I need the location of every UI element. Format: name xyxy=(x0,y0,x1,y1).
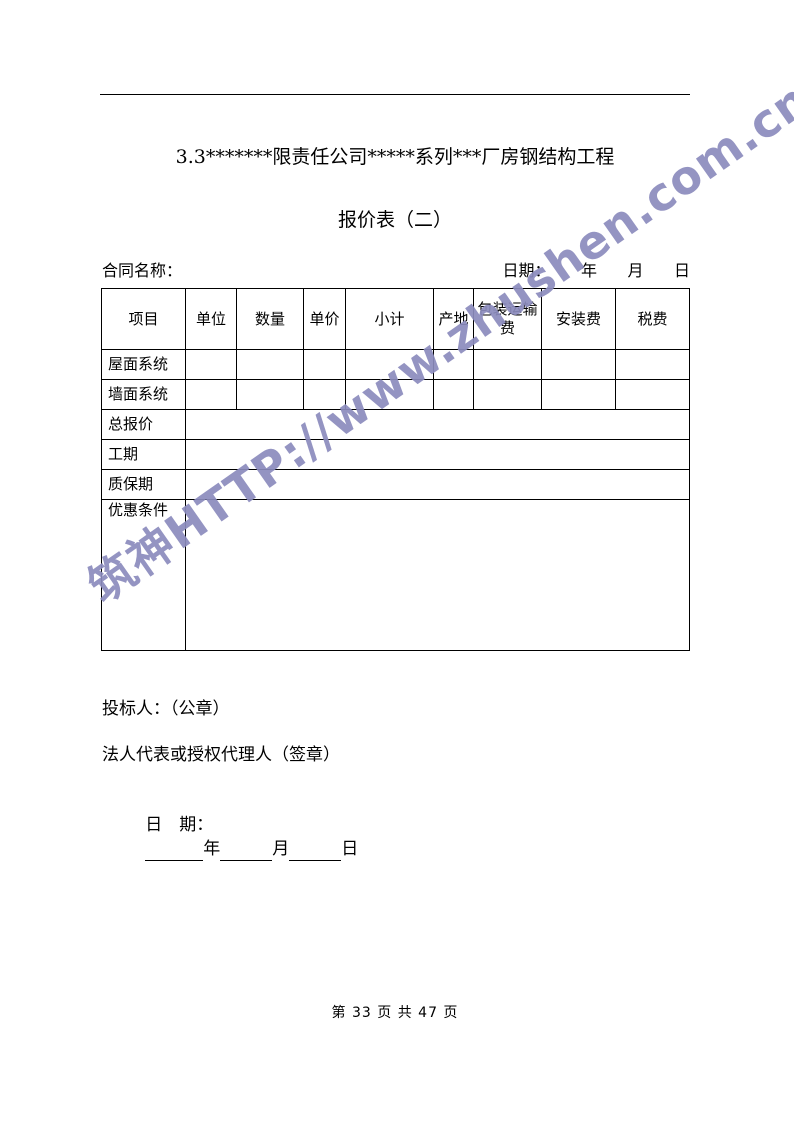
cell-roof-packing-freight[interactable] xyxy=(473,349,542,380)
cell-preferential-terms-value[interactable] xyxy=(185,499,690,651)
cell-duration-value[interactable] xyxy=(185,439,690,470)
month-blank[interactable] xyxy=(220,843,273,861)
bidder-line: 投标人：（公章） xyxy=(102,699,230,719)
cell-total-quote-value[interactable] xyxy=(185,409,690,440)
signature-date-label: 日 期： xyxy=(145,815,214,835)
contract-name-label: 合同名称： xyxy=(102,261,183,280)
cell-roof-tax-fee[interactable] xyxy=(615,349,690,380)
signature-date-line: 日 期： 年 月 日 xyxy=(102,789,690,885)
column-header-packing-freight: 包装运输费 xyxy=(473,288,542,350)
cell-wall-quantity[interactable] xyxy=(236,379,304,410)
row-label-total-quote: 总报价 xyxy=(101,409,186,440)
day-blank[interactable] xyxy=(289,843,342,861)
cell-roof-unit[interactable] xyxy=(185,349,237,380)
cell-wall-packing-freight[interactable] xyxy=(473,379,542,410)
signature-block: 投标人：（公章） 法人代表或授权代理人（签章） 日 期： 年 月 日 xyxy=(102,697,690,885)
page-title: 3.3*******限责任公司*****系列***厂房钢结构工程 xyxy=(175,146,615,168)
cell-roof-origin[interactable] xyxy=(433,349,474,380)
row-label-wall-system: 墙面系统 xyxy=(101,379,186,410)
document-page: 3.3*******限责任公司*****系列***厂房钢结构工程 报价表（二） … xyxy=(0,0,794,1123)
column-header-item: 项目 xyxy=(101,288,186,350)
cell-wall-tax-fee[interactable] xyxy=(615,379,690,410)
legal-representative-label: 法人代表或授权代理人（签章） xyxy=(102,745,340,765)
row-label-preferential-terms: 优惠条件 xyxy=(101,499,186,651)
month-unit-label: 月 xyxy=(272,839,290,859)
column-header-unit: 单位 xyxy=(185,288,237,350)
table-row: 墙面系统 xyxy=(101,379,690,410)
table-row: 屋面系统 xyxy=(101,349,690,380)
cell-wall-installation-fee[interactable] xyxy=(541,379,616,410)
cell-roof-installation-fee[interactable] xyxy=(541,349,616,380)
table-row: 工期 xyxy=(101,439,690,470)
day-unit-label: 日 xyxy=(341,839,359,859)
cell-wall-unit-price[interactable] xyxy=(303,379,346,410)
year-blank[interactable] xyxy=(145,843,204,861)
cell-wall-subtotal[interactable] xyxy=(345,379,434,410)
row-label-roof-system: 屋面系统 xyxy=(101,349,186,380)
meta-row: 合同名称： 日期： 年 月 日 xyxy=(102,260,690,282)
year-unit-label: 年 xyxy=(203,839,221,859)
cell-wall-unit[interactable] xyxy=(185,379,237,410)
cell-wall-origin[interactable] xyxy=(433,379,474,410)
cell-roof-quantity[interactable] xyxy=(236,349,304,380)
column-header-origin: 产地 xyxy=(433,288,474,350)
quotation-table: 项目 单位 数量 单价 小计 产地 包装运输费 安装费 税费 屋面系统 墙面系统… xyxy=(101,288,690,651)
cell-warranty-period-value[interactable] xyxy=(185,469,690,500)
column-header-installation-fee: 安装费 xyxy=(541,288,616,350)
page-subtitle: 报价表（二） xyxy=(337,209,452,231)
column-header-quantity: 数量 xyxy=(236,288,304,350)
table-row: 总报价 xyxy=(101,409,690,440)
date-label: 日期： 年 月 日 xyxy=(502,261,690,280)
column-header-unit-price: 单价 xyxy=(303,288,346,350)
cell-roof-subtotal[interactable] xyxy=(345,349,434,380)
row-label-warranty-period: 质保期 xyxy=(101,469,186,500)
row-label-duration: 工期 xyxy=(101,439,186,470)
legal-representative-line: 法人代表或授权代理人（签章） xyxy=(102,743,690,767)
table-header-row: 项目 单位 数量 单价 小计 产地 包装运输费 安装费 税费 xyxy=(101,288,690,350)
table-row: 质保期 xyxy=(101,469,690,500)
column-header-subtotal: 小计 xyxy=(345,288,434,350)
header-rule xyxy=(100,94,690,95)
page-content: 3.3*******限责任公司*****系列***厂房钢结构工程 报价表（二） … xyxy=(0,0,794,1123)
page-footer: 第 33 页 共 47 页 xyxy=(331,1005,459,1021)
table-row: 优惠条件 xyxy=(101,499,690,651)
column-header-tax-fee: 税费 xyxy=(615,288,690,350)
cell-roof-unit-price[interactable] xyxy=(303,349,346,380)
